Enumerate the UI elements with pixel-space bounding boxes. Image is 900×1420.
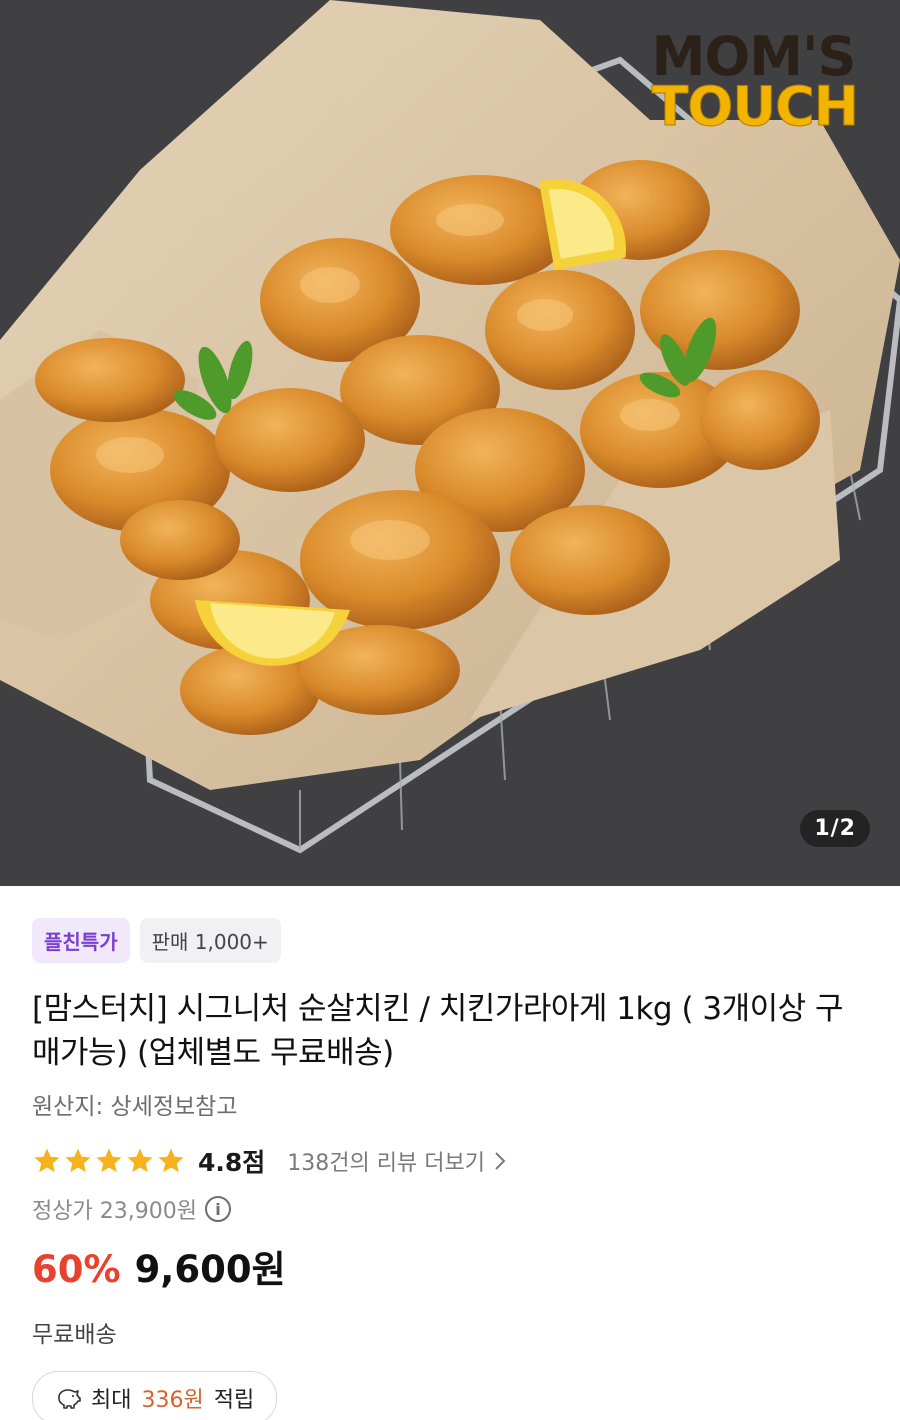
product-image-carousel[interactable]: MOM'S TOUCH 1/2 [0,0,900,886]
original-price-row: 정상가 23,900원 i [32,1193,868,1225]
points-prefix: 최대 [91,1388,132,1413]
sale-price: 9,600원 [134,1248,286,1291]
rating-row: 4.8점 138건의 리뷰 더보기 [32,1141,868,1181]
original-price: 정상가 23,900원 [32,1199,197,1224]
info-icon[interactable]: i [204,1196,231,1222]
shipping-info: 무료배송 [32,1322,117,1348]
star-icon [96,1148,122,1173]
star-icon [158,1148,184,1173]
price-row: 60% 9,600원 [32,1239,868,1293]
reviews-link[interactable]: 138건의 리뷰 더보기 [287,1145,507,1177]
points-amount: 336원 [141,1388,204,1413]
brand-logo: MOM'S TOUCH [651,30,859,138]
product-info: 플친특가 판매 1,000+ [맘스터치] 시그니처 순살치킨 / 치킨가라아게… [0,886,900,1420]
star-icon [127,1148,153,1173]
discount-rate: 60% [32,1248,121,1291]
reviews-link-label: 138건의 리뷰 더보기 [287,1151,485,1176]
points-suffix: 적립 [213,1388,255,1413]
star-rating [32,1146,186,1176]
badge-row: 플친특가 판매 1,000+ [32,918,868,963]
image-counter: 1/2 [800,810,870,847]
rating-score: 4.8점 [198,1148,266,1177]
points-chip[interactable]: 최대 336원 적립 [32,1371,278,1420]
promo-badge: 플친특가 [32,918,130,963]
star-icon [65,1148,91,1173]
product-title: [맘스터치] 시그니처 순살치킨 / 치킨가라아게 1kg ( 3개이상 구매가… [32,991,844,1071]
sales-count-badge: 판매 1,000+ [139,918,281,963]
piggy-bank-icon [58,1389,81,1409]
origin-info: 원산지: 상세정보참고 [32,1094,238,1120]
chevron-right-icon [495,1152,506,1170]
logo-line-2: TOUCH [651,75,859,138]
star-icon [34,1148,60,1173]
